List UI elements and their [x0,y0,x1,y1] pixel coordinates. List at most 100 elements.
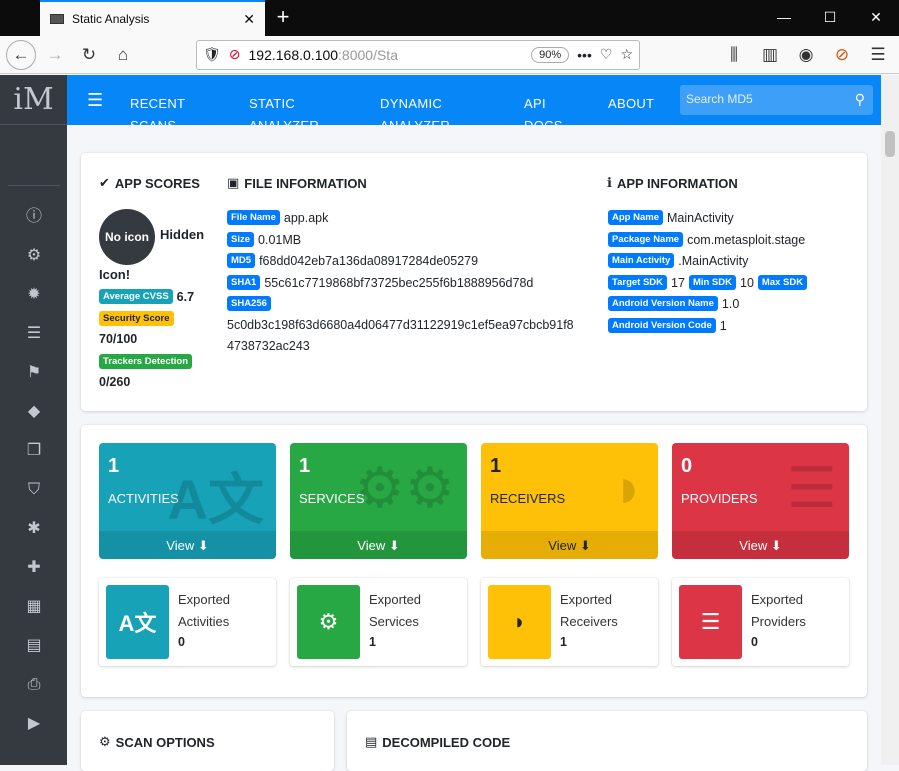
language-icon: A文 [167,468,264,531]
sidebar-toggle-icon[interactable]: ▥ [755,40,785,70]
shield-icon[interactable]: ⛉ [24,480,44,500]
file-code-icon: ▤ [365,734,378,749]
more-icon[interactable]: ••• [577,47,592,63]
language-icon: A文 [106,585,169,659]
cvss-value: 6.7 [176,289,195,304]
library-icon[interactable]: ⫼ [719,40,749,70]
plus-icon[interactable]: ✚ [24,558,44,578]
app-sidebar: iM ⓘ ⚙ ✹ ☰ ⚑ ◆ ❐ ⛉ ✱ ✚ ▦ ▤ ⎙ ▶ [0,75,67,765]
home-button[interactable]: ⌂ [108,40,138,70]
search-icon[interactable]: ⚲ [855,91,865,108]
receivers-view-button[interactable]: View ⬇ [481,531,658,559]
receivers-box: 1 RECEIVERS ◗ View ⬇ [481,443,658,559]
cog-icon[interactable]: ✹ [24,285,44,305]
pocket-icon[interactable]: ♡ [600,46,613,63]
copy-icon[interactable]: ❐ [24,441,44,461]
browser-tabbar: Static Analysis ✕ + — ☐ ✕ [0,0,899,36]
star-icon[interactable]: ☆ [620,46,633,63]
min-sdk-value: 10 [740,275,754,290]
back-button[interactable]: ← [6,39,36,70]
summary-card: ✔ APP SCORES No icon Hidden Icon! Average… [81,153,867,411]
info-icon[interactable]: ⓘ [24,207,44,227]
trackers-badge: Trackers Detection [99,354,193,369]
browser-tab[interactable]: Static Analysis ✕ [40,0,265,36]
new-tab-button[interactable]: + [265,0,301,36]
md5-badge: MD5 [227,253,256,268]
exported-activities-value: 0 [178,635,185,649]
menu-icon[interactable]: ☰ [863,40,893,70]
decompiled-code-card: ▤ DECOMPILED CODE [347,711,867,771]
addon-icon[interactable]: ⊘ [827,40,857,70]
grid-icon[interactable]: ▦ [24,597,44,617]
sha256-badge: SHA256 [227,296,271,311]
exported-providers-label1: Exported [751,592,804,607]
forward-button[interactable]: → [40,40,70,70]
gear-icon[interactable]: ⚙ [24,246,44,266]
exported-activities-label2: Activities [178,614,230,629]
providers-label: PROVIDERS [681,491,758,506]
close-tab-icon[interactable]: ✕ [243,11,255,28]
pdf-icon[interactable]: ▤ [24,636,44,656]
md5-value: f68dd042eb7a136da08917284de05279 [259,253,479,268]
decompiled-code-heading: ▤ DECOMPILED CODE [365,734,511,750]
package-value: com.metasploit.stage [687,232,806,247]
sha1-value: 55c61c7719868bf73725bec255f6b1888956d78d [264,275,534,290]
maximize-icon[interactable]: ☐ [807,0,853,36]
bug-icon[interactable]: ✱ [24,519,44,539]
reload-button[interactable]: ↻ [74,40,104,70]
search-placeholder: Search MD5 [686,92,753,106]
hearing-icon: ◗ [612,456,646,519]
cvss-badge: Average CVSS [99,289,173,304]
main-activity-value: .MainActivity [678,253,749,268]
search-input[interactable]: Search MD5 ⚲ [680,85,873,115]
tab-favicon [50,14,64,24]
activities-view-button[interactable]: View ⬇ [99,531,276,559]
hamburger-icon[interactable]: ☰ [87,90,103,111]
version-code-value: 1 [719,318,727,333]
nav-recent-scans[interactable]: RECENT SCANS [130,93,220,125]
print-icon[interactable]: ⎙ [24,675,44,695]
services-view-button[interactable]: View ⬇ [290,531,467,559]
database-icon: ☰ [679,585,742,659]
app-name-badge: App Name [608,210,663,225]
exported-receivers-label1: Exported [560,592,613,607]
version-code-badge: Android Version Code [608,318,716,333]
android-icon[interactable]: ◆ [24,402,44,422]
url-path: :8000/Sta [338,46,398,63]
close-window-icon[interactable]: ✕ [853,0,899,36]
zoom-indicator[interactable]: 90% [531,46,570,63]
exported-receivers-box: ◗ Exported Receivers 1 [481,578,658,666]
minimize-icon[interactable]: — [761,0,807,36]
sha256-value-line1: 5c0db3c198f63d6680a4d06477d31122919c1ef5… [227,318,574,332]
app-info-heading: ℹ APP INFORMATION [607,175,738,191]
box-icon: ▣ [227,175,240,190]
security-score-badge: Security Score [99,311,174,326]
info-icon: ℹ [607,175,612,190]
exported-services-box: ⚙ Exported Services 1 [290,578,467,666]
exported-receivers-value: 1 [560,635,567,649]
services-box: 1 SERVICES ⚙⚙ View ⬇ [290,443,467,559]
list-icon[interactable]: ☰ [24,324,44,344]
exported-providers-box: ☰ Exported Providers 0 [672,578,849,666]
mobsf-logo: iM [0,75,67,125]
providers-view-button[interactable]: View ⬇ [672,531,849,559]
play-icon[interactable]: ▶ [24,714,44,734]
target-sdk-value: 17 [671,275,685,290]
main-activity-badge: Main Activity [608,253,675,268]
account-icon[interactable]: ◉ [791,40,821,70]
exported-providers-value: 0 [751,635,758,649]
tab-title: Static Analysis [72,12,150,26]
database-icon: ☰ [786,456,837,519]
nav-api-docs[interactable]: API DOCS [524,93,564,125]
nav-static-analyzer[interactable]: STATIC ANALYZER [249,93,339,125]
flag-icon[interactable]: ⚑ [24,363,44,383]
page-scrollbar[interactable] [881,75,899,765]
nav-dynamic-analyzer[interactable]: DYNAMIC ANALYZER [380,93,470,125]
url-bar[interactable]: 🛡 ⊘ 192.168.0.100:8000/Sta 90% ••• ♡ ☆ [196,39,640,70]
security-score-value: 70/100 [99,332,138,346]
exported-providers-label2: Providers [751,614,806,629]
size-value: 0.01MB [258,232,302,247]
activities-box: 1 ACTIVITIES A文 View ⬇ [99,443,276,559]
hidden-text: Hidden [160,227,205,242]
exported-activities-label1: Exported [178,592,231,607]
